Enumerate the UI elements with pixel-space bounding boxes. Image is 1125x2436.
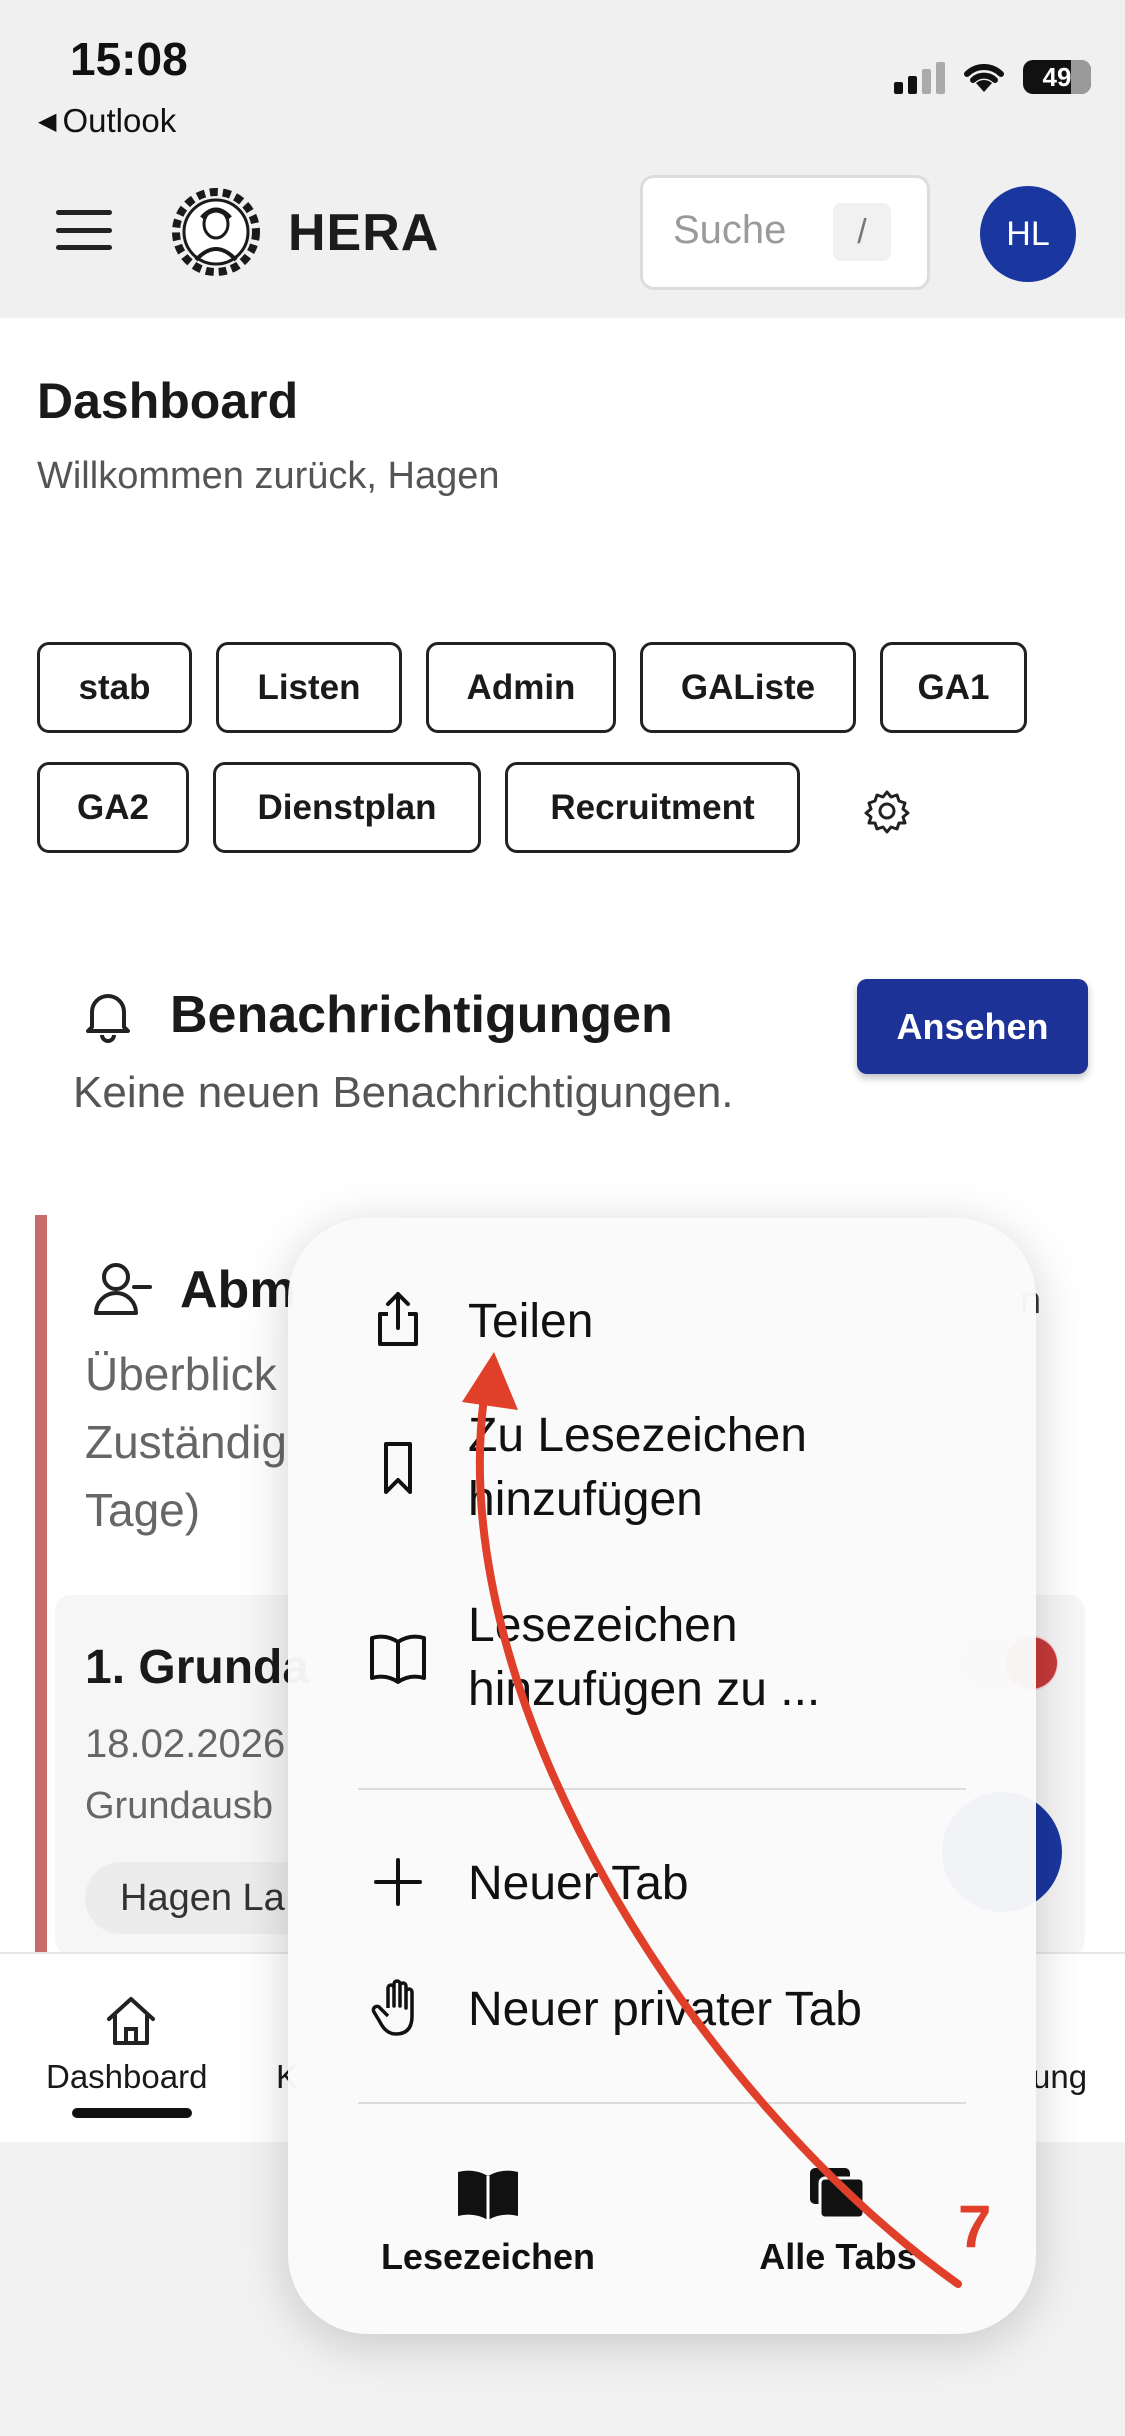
menu-separator [358, 2102, 966, 2104]
wifi-icon [964, 63, 1004, 92]
absence-card-accent [35, 1215, 47, 1955]
quick-link-admin[interactable]: Admin [426, 642, 616, 733]
menu-item-add-bookmark-to[interactable]: Lesezeichen hinzufügen zu ... [468, 1594, 820, 1722]
hand-icon [371, 1979, 414, 2036]
page-subtitle: Willkommen zurück, Hagen [37, 455, 500, 497]
brand-name: HERA [288, 204, 440, 262]
book-filled-icon [458, 2170, 518, 2220]
back-app-label: Outlook [62, 102, 177, 139]
absence-entry-date: 18.02.2026 [85, 1722, 286, 1766]
notifications-title: Benachrichtigungen [170, 986, 673, 1044]
avatar[interactable]: HL [980, 186, 1076, 282]
menu-item-new-tab[interactable]: Neuer Tab [468, 1852, 689, 1916]
signal-icon [894, 60, 945, 94]
tabs-icon [810, 2168, 866, 2220]
back-triangle-icon: ◀ [38, 107, 57, 135]
menu-item-add-bookmark[interactable]: Zu Lesezeichen hinzufügen [468, 1404, 807, 1532]
search-shortcut-hint: / [833, 203, 891, 261]
home-icon[interactable] [101, 1993, 161, 2049]
nav-dashboard-label[interactable]: Dashboard [46, 2058, 207, 2096]
gear-icon[interactable] [862, 786, 912, 836]
menu-item-new-private-tab[interactable]: Neuer privater Tab [468, 1978, 862, 2042]
status-icons: 49 [894, 60, 1091, 94]
quick-link-stab[interactable]: stab [37, 642, 192, 733]
battery-level: 49 [1042, 61, 1072, 92]
book-icon [370, 1634, 426, 1684]
absence-entry-subtitle: Grundausb [85, 1785, 274, 1827]
view-notifications-button[interactable]: Ansehen [857, 979, 1088, 1074]
annotation-step-number: 7 [958, 2193, 992, 2260]
quick-link-listen[interactable]: Listen [216, 642, 402, 733]
browser-context-menu: Teilen Zu Lesezeichen hinzufügen Lesezei… [288, 1218, 1036, 2334]
nav-active-indicator [72, 2108, 192, 2118]
menu-item-share[interactable]: Teilen [468, 1290, 593, 1354]
quick-link-recruitment[interactable]: Recruitment [505, 762, 800, 853]
quick-link-ga2[interactable]: GA2 [37, 762, 189, 853]
absence-entry-title: 1. Grunda [85, 1641, 310, 1694]
plus-icon [374, 1858, 422, 1906]
bell-icon [86, 994, 130, 1043]
search-input[interactable] [673, 208, 823, 253]
menu-separator [358, 1788, 966, 1790]
quick-link-galiste[interactable]: GAListe [640, 642, 856, 733]
share-icon [378, 1292, 418, 1346]
back-to-app-link[interactable]: ◀ Outlook [38, 102, 176, 140]
hera-logo-icon [172, 188, 260, 276]
notifications-text: Keine neuen Benachrichtigungen. [73, 1068, 734, 1117]
battery-icon: 49 [1023, 60, 1091, 94]
search-box[interactable]: / [640, 175, 930, 290]
user-minus-icon [94, 1263, 152, 1315]
page-title: Dashboard [37, 373, 299, 429]
menu-icon[interactable] [56, 210, 112, 250]
quick-link-ga1[interactable]: GA1 [880, 642, 1027, 733]
status-time: 15:08 [70, 33, 188, 85]
absence-card-title: Abm [180, 1261, 296, 1319]
bookmark-icon [384, 1442, 412, 1494]
nav-last-label[interactable]: ung [1032, 2058, 1087, 2096]
menu-all-tabs-button[interactable]: Alle Tabs [728, 2236, 948, 2278]
menu-bookmarks-button[interactable]: Lesezeichen [378, 2236, 598, 2278]
quick-link-dienstplan[interactable]: Dienstplan [213, 762, 481, 853]
